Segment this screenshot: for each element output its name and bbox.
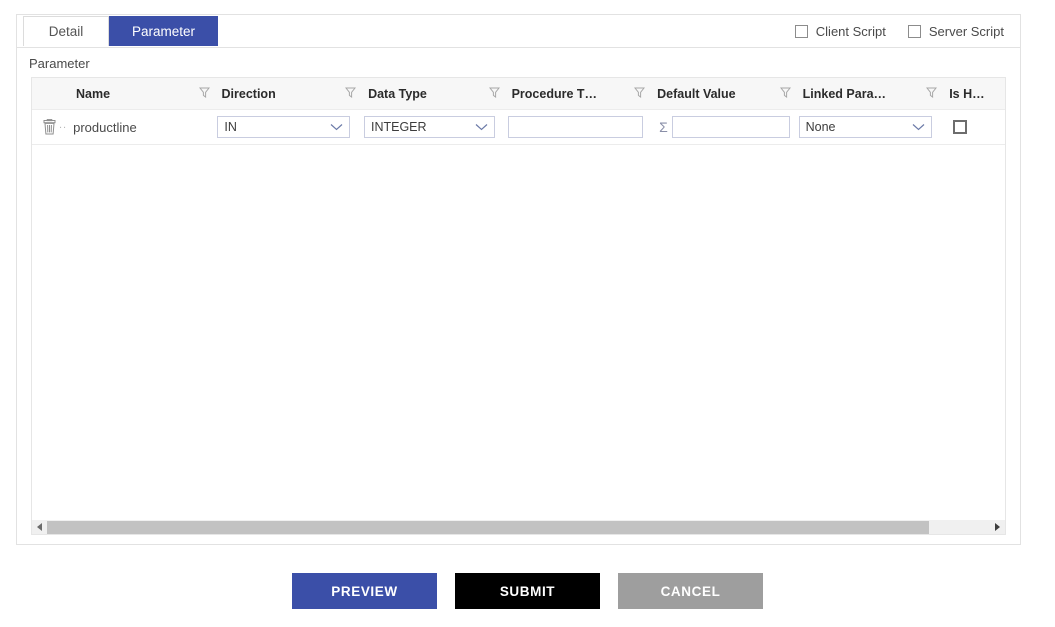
- default-value-input[interactable]: [671, 116, 790, 138]
- scroll-right-arrow-icon[interactable]: [990, 520, 1005, 534]
- tab-parameter-label: Parameter: [132, 24, 196, 39]
- filter-icon[interactable]: [926, 86, 938, 101]
- column-header-procedure-table-label: Procedure T…: [511, 86, 598, 101]
- client-script-checkbox[interactable]: Client Script: [794, 23, 886, 39]
- direction-select-value: IN: [224, 120, 237, 134]
- row-drag-handle[interactable]: ..: [59, 119, 67, 135]
- parameter-name-value: productline: [73, 119, 137, 135]
- chevron-down-icon: [330, 120, 343, 134]
- chevron-down-icon: [475, 120, 488, 134]
- panel-body: Parameter Name Direction Data Type Proce…: [17, 48, 1020, 535]
- column-header-linked-parameter-label: Linked Para…: [802, 86, 887, 101]
- grid-header-row: Name Direction Data Type Procedure T… De…: [32, 78, 1005, 110]
- column-header-is-hidden[interactable]: Is H…: [945, 78, 1005, 109]
- column-header-linked-parameter[interactable]: Linked Para…: [799, 78, 946, 109]
- column-header-name-label: Name: [76, 86, 111, 101]
- client-script-label: Client Script: [815, 23, 886, 39]
- column-header-default-value-label: Default Value: [657, 86, 736, 101]
- scroll-left-arrow-icon[interactable]: [32, 520, 47, 534]
- tab-list: Detail Parameter: [23, 16, 219, 46]
- server-script-checkbox[interactable]: Server Script: [907, 23, 1004, 39]
- column-header-data-type[interactable]: Data Type: [364, 78, 508, 109]
- filter-icon[interactable]: [488, 86, 500, 101]
- cell-is-hidden: [945, 110, 1005, 144]
- column-header-name[interactable]: Name: [32, 78, 218, 109]
- filter-icon[interactable]: [198, 86, 210, 101]
- tab-parameter[interactable]: Parameter: [109, 16, 219, 46]
- submit-button[interactable]: SUBMIT: [455, 573, 600, 609]
- filter-icon[interactable]: [345, 86, 357, 101]
- cancel-button[interactable]: CANCEL: [618, 573, 763, 609]
- data-type-select-value: INTEGER: [370, 120, 427, 134]
- column-header-data-type-label: Data Type: [368, 86, 427, 101]
- column-header-direction-label: Direction: [221, 86, 276, 101]
- cell-name: .. productline: [32, 110, 217, 144]
- section-title: Parameter: [29, 56, 90, 71]
- tab-bar: Detail Parameter Client Script Server Sc…: [17, 15, 1020, 48]
- column-header-is-hidden-label: Is H…: [949, 86, 985, 101]
- linked-parameter-select[interactable]: None: [798, 116, 932, 138]
- procedure-table-input[interactable]: [507, 116, 643, 138]
- checkbox-box-icon: [794, 24, 808, 38]
- cell-default-value: Σ: [653, 110, 799, 144]
- cell-linked-parameter: None: [798, 110, 946, 144]
- filter-icon[interactable]: [779, 86, 791, 101]
- column-header-default-value[interactable]: Default Value: [653, 78, 799, 109]
- chevron-down-icon: [912, 120, 925, 134]
- cell-direction: IN: [217, 110, 364, 144]
- scrollbar-track[interactable]: [47, 520, 990, 534]
- linked-parameter-select-value: None: [805, 120, 836, 134]
- preview-button[interactable]: PREVIEW: [292, 573, 437, 609]
- cell-procedure-table: [507, 110, 654, 144]
- table-row[interactable]: .. productline IN INTEGER Σ None: [32, 110, 1005, 145]
- parameter-grid: Name Direction Data Type Procedure T… De…: [31, 77, 1006, 524]
- column-header-procedure-table[interactable]: Procedure T…: [508, 78, 654, 109]
- script-options: Client Script Server Script: [794, 15, 1004, 47]
- tab-detail-label: Detail: [48, 24, 84, 39]
- scrollbar-thumb[interactable]: [47, 520, 929, 534]
- server-script-label: Server Script: [928, 23, 1004, 39]
- checkbox-box-icon: [907, 24, 921, 38]
- filter-icon[interactable]: [634, 86, 646, 101]
- horizontal-scrollbar[interactable]: [31, 520, 1006, 535]
- trash-icon[interactable]: [42, 118, 57, 136]
- direction-select[interactable]: IN: [217, 116, 351, 138]
- is-hidden-checkbox[interactable]: [953, 120, 968, 134]
- footer-actions: PREVIEW SUBMIT CANCEL: [0, 573, 1055, 609]
- data-type-select[interactable]: INTEGER: [363, 116, 495, 138]
- column-header-direction[interactable]: Direction: [218, 78, 365, 109]
- parameter-panel: Detail Parameter Client Script Server Sc…: [16, 14, 1021, 545]
- sigma-icon[interactable]: Σ: [659, 120, 668, 134]
- tab-detail[interactable]: Detail: [23, 16, 109, 46]
- cell-data-type: INTEGER: [363, 110, 508, 144]
